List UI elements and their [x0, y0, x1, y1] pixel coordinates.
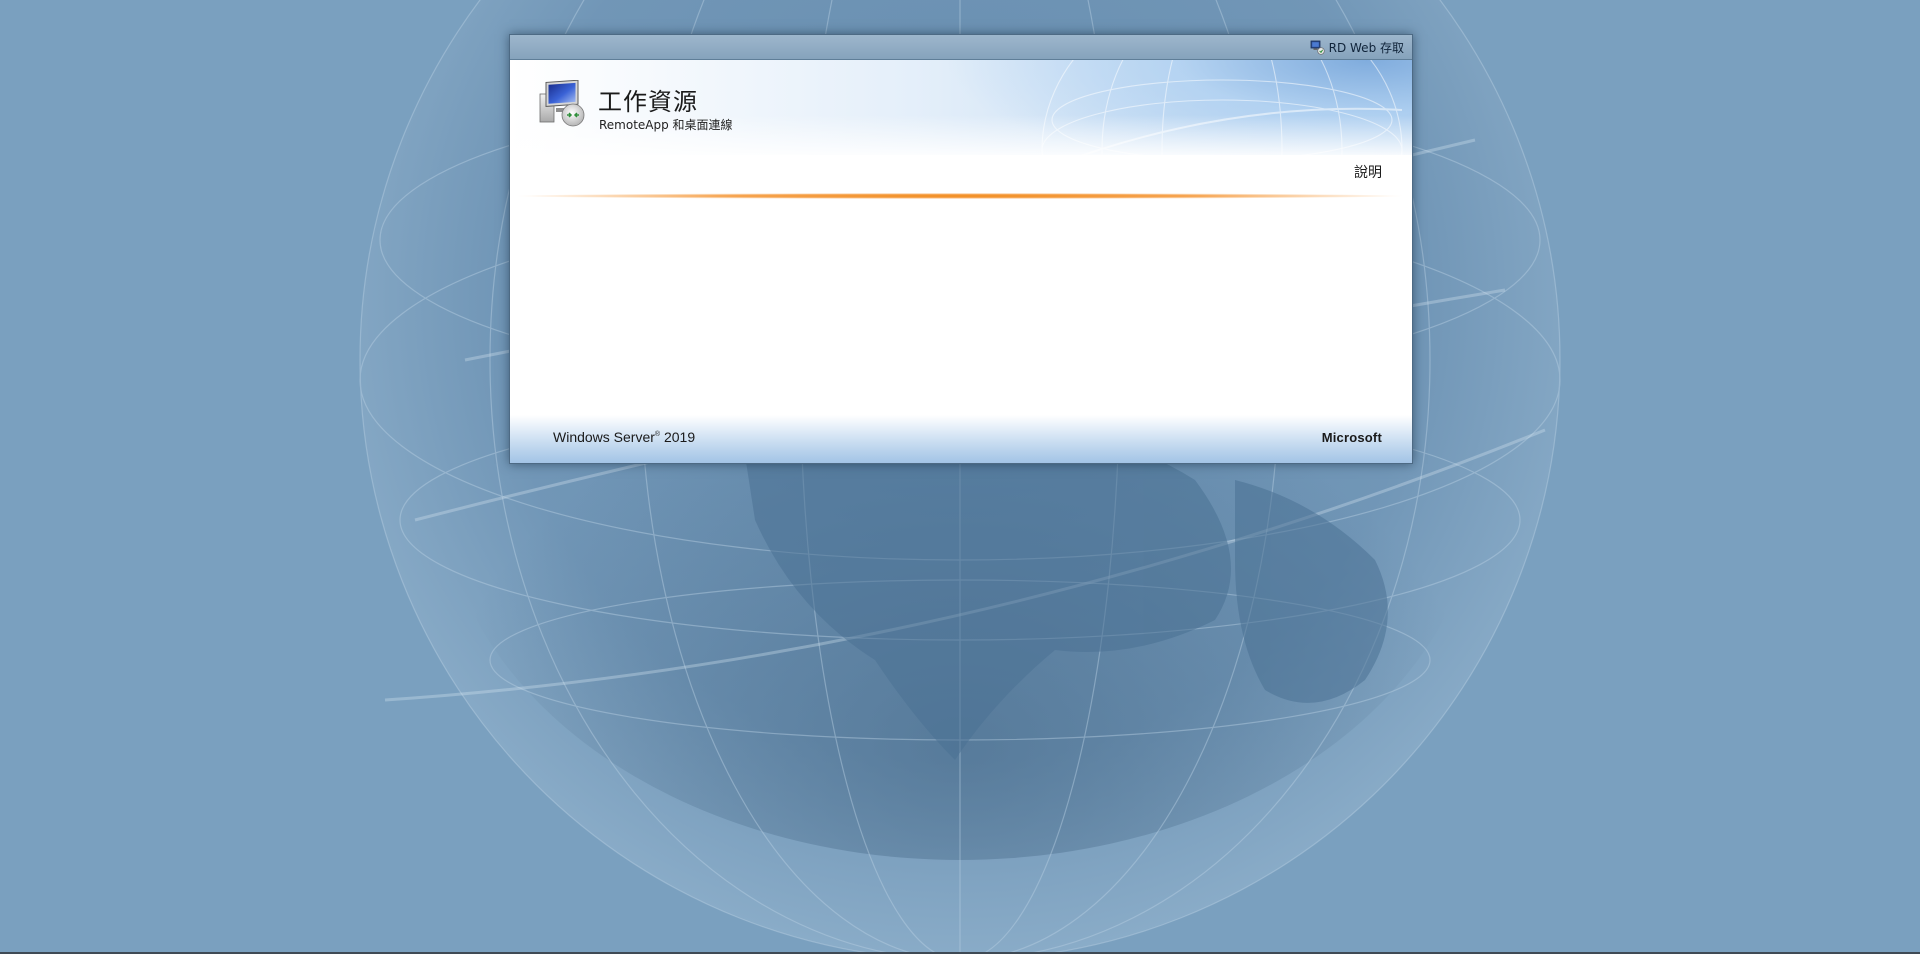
product-name: Windows Server® 2019: [553, 429, 695, 445]
top-bar: RD Web 存取: [510, 35, 1412, 60]
product-registered-mark: ®: [654, 431, 661, 438]
main-content-area: [510, 205, 1412, 435]
page-title: 工作資源: [598, 88, 698, 116]
product-name-text: Windows Server: [553, 429, 655, 445]
rd-web-access-link[interactable]: RD Web 存取: [1310, 39, 1404, 56]
accent-divider: [516, 193, 1404, 199]
rd-web-access-label: RD Web 存取: [1328, 41, 1404, 55]
remote-desktop-icon: [538, 79, 588, 128]
help-link[interactable]: 說明: [1354, 162, 1382, 182]
microsoft-logo-text: Microsoft: [1321, 430, 1382, 445]
header-banner: 工作資源 RemoteApp 和桌面連線: [510, 60, 1412, 165]
rd-web-window: RD Web 存取 工作資源 RemoteApp 和桌面連線 說明 Window…: [509, 34, 1413, 464]
page-subtitle: RemoteApp 和桌面連線: [599, 118, 733, 132]
product-version: 2019: [663, 429, 696, 445]
footer: Windows Server® 2019 Microsoft: [510, 415, 1412, 463]
rd-web-access-icon: [1310, 40, 1325, 55]
